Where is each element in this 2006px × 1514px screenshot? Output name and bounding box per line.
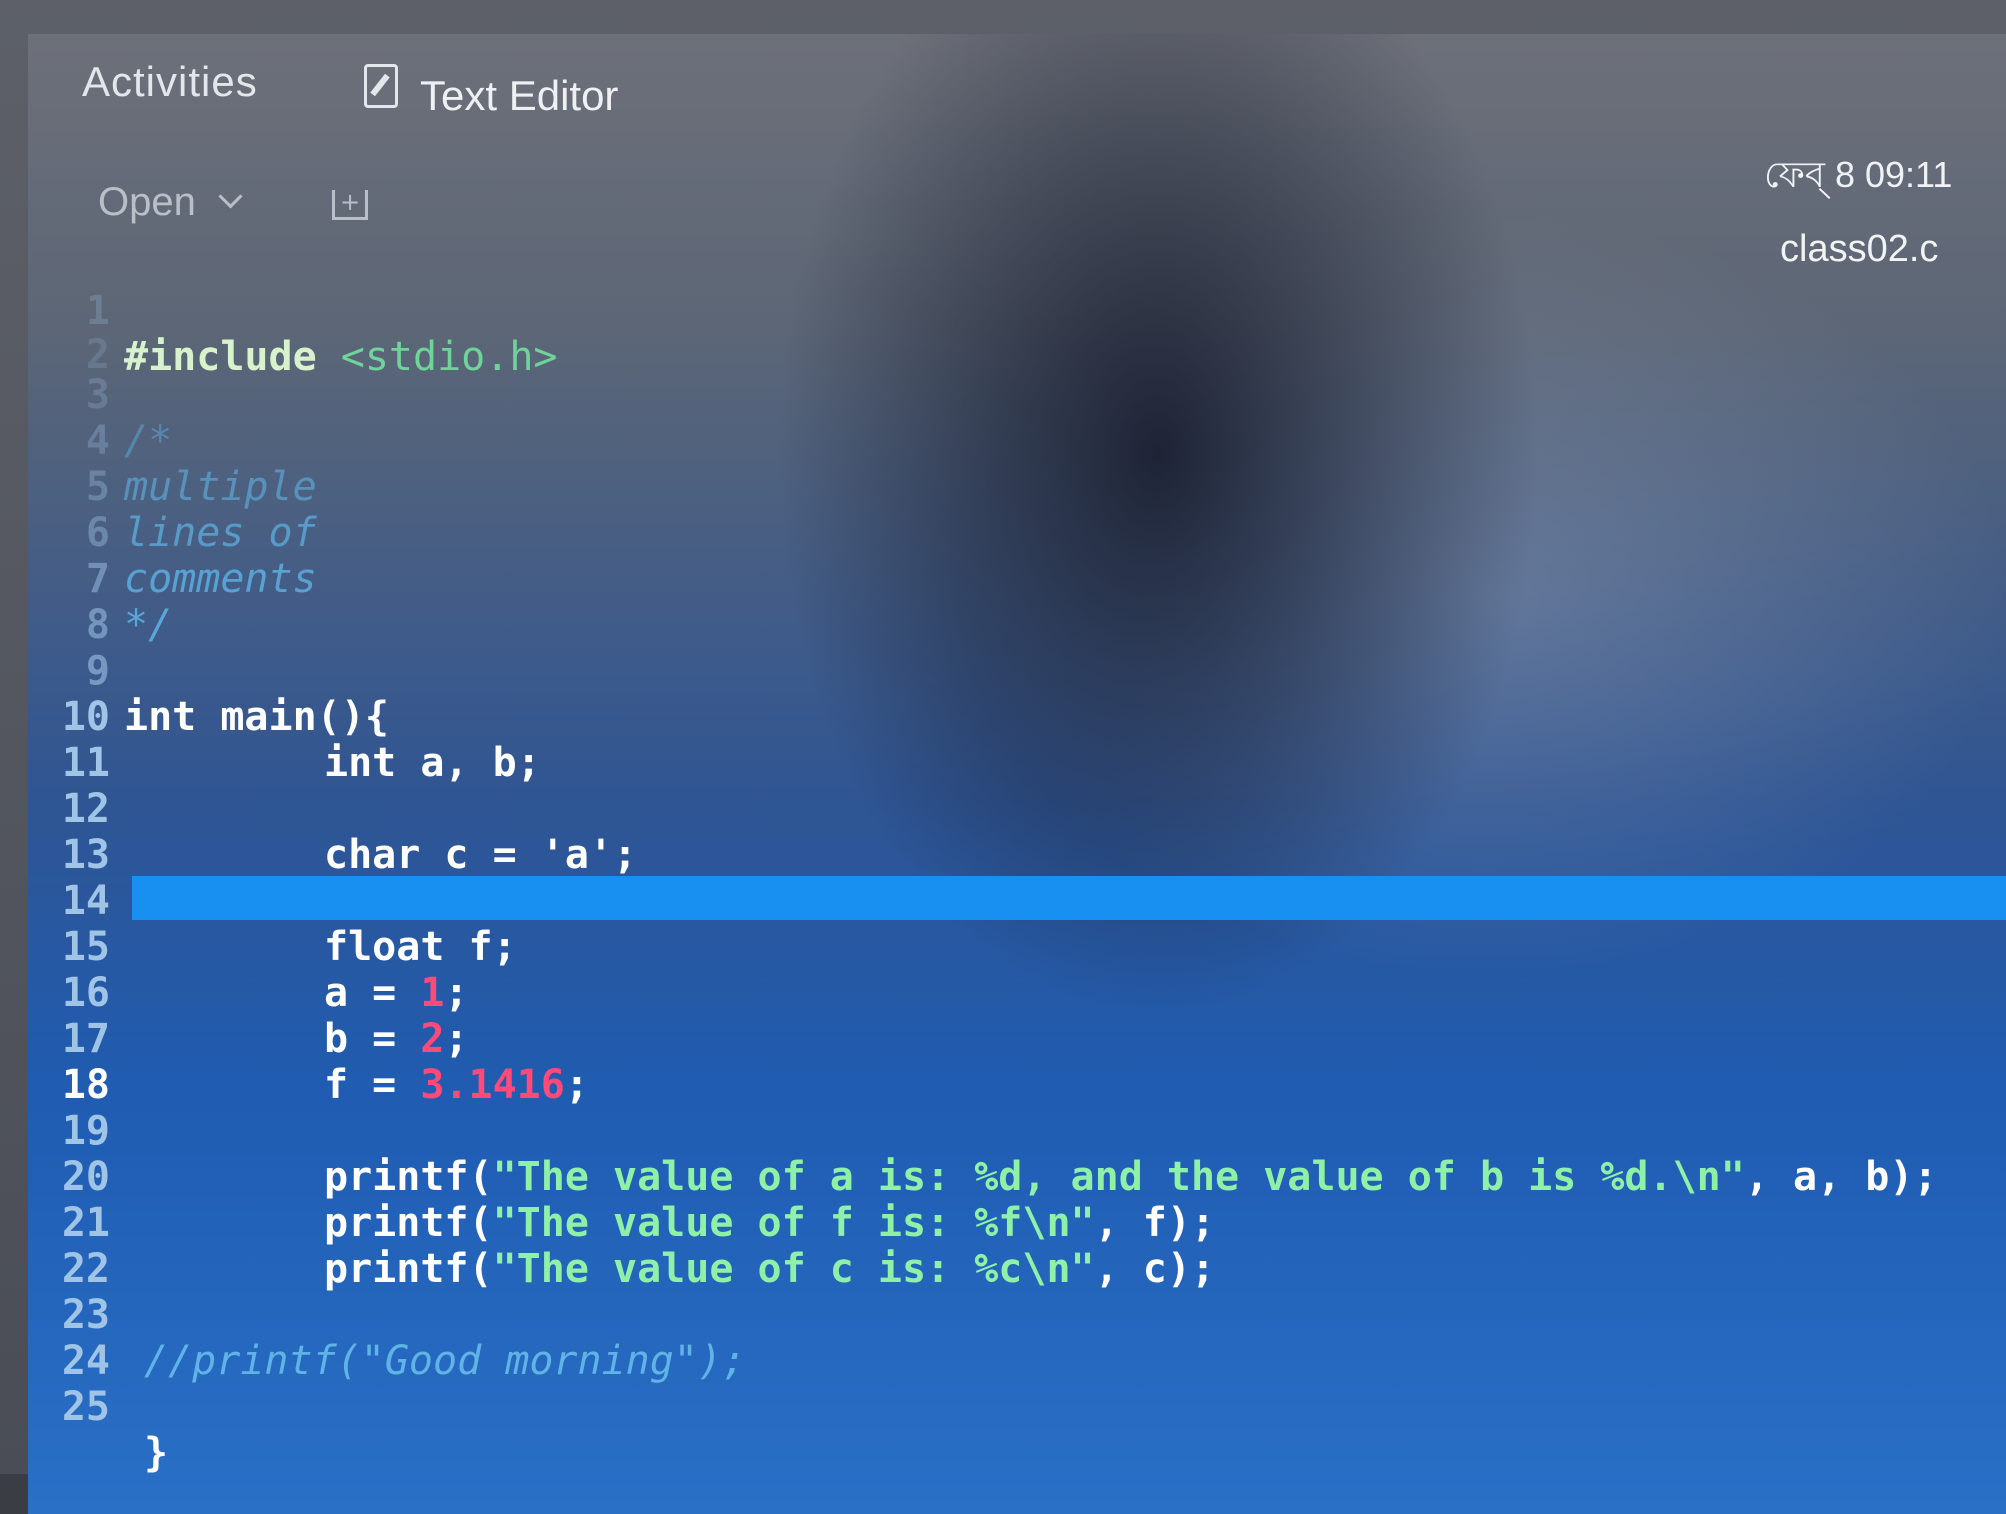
new-document-icon[interactable]: + <box>332 190 368 220</box>
code-line: 6 comments <box>28 464 2006 602</box>
code-line: 13 <box>28 786 2006 878</box>
code-line: 10 int a, b; <box>28 648 2006 786</box>
code-line: 22 <box>28 1200 2006 1292</box>
open-button[interactable]: Open <box>98 180 243 225</box>
code-line: 4 multiple <box>28 372 2006 510</box>
code-line: 21 printf("The value of c is: %c\n", c); <box>28 1154 2006 1292</box>
text-editor-icon <box>364 64 398 108</box>
desktop-screen: Activities Text Editor ফেব্ 8 09:11 Open… <box>28 34 2006 1514</box>
code-line: 17 f = 3.1416; <box>28 970 2006 1108</box>
code-line: 12 char c = 'a'; <box>28 740 2006 878</box>
code-line: 5 lines of <box>28 418 2006 556</box>
code-line: 7 */ <box>28 510 2006 648</box>
code-line: 8 <box>28 556 2006 648</box>
code-line: 14 float f; <box>28 832 2006 970</box>
code-line: 11 <box>28 694 2006 786</box>
code-line: 20 printf("The value of f is: %f\n", f); <box>28 1108 2006 1246</box>
editor-toolbar: Open + <box>28 154 2006 244</box>
top-bar: Activities Text Editor ফেব্ 8 09:11 <box>28 34 2006 195</box>
code-line: 1 #include <stdio.h> <box>28 242 2006 380</box>
code-line: 25 } <box>28 1338 2006 1476</box>
chevron-down-icon <box>218 184 243 209</box>
code-line: 24 <box>28 1292 2006 1384</box>
code-line: 3 /* <box>28 326 2006 464</box>
app-menu-title[interactable]: Text Editor <box>420 72 618 120</box>
code-line: 19 printf("The value of a is: %d, and th… <box>28 1062 2006 1200</box>
code-line: 9 int main(){ <box>28 602 2006 740</box>
code-line: 23 //printf("Good morning"); <box>28 1246 2006 1384</box>
open-button-label: Open <box>98 180 196 224</box>
activities-button[interactable]: Activities <box>82 58 258 106</box>
code-line: 16 b = 2; <box>28 924 2006 1062</box>
code-line-current: 18 <box>28 1016 2006 1108</box>
line-number: 25 <box>61 1384 110 1430</box>
code-line: 15 a = 1; <box>28 878 2006 1016</box>
close-brace-token: } <box>144 1430 169 1476</box>
